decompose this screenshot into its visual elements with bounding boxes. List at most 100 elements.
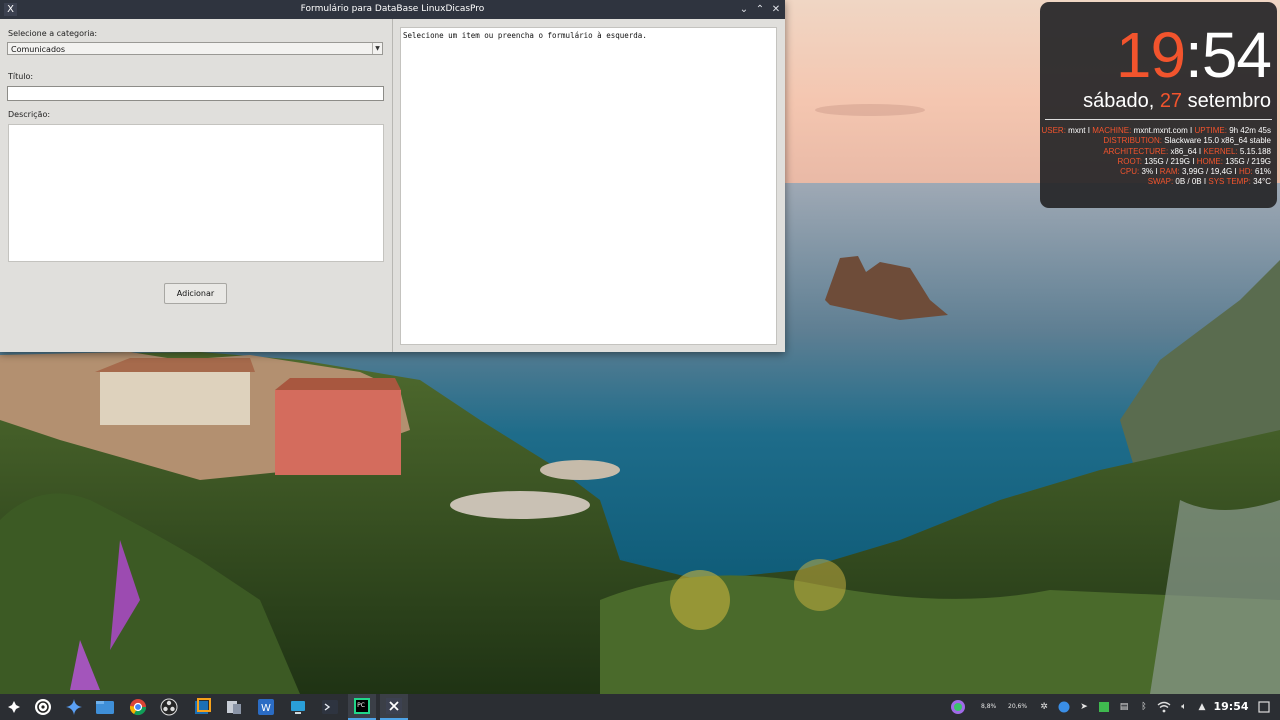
cpu-key: CPU: [1120, 167, 1140, 177]
stats-line-5: CPU: 3% I RAM: 3,99G / 19,4G I HD: 61% [1041, 167, 1271, 177]
systemp-val: 34°C [1253, 177, 1271, 187]
pane-splitter[interactable] [392, 19, 393, 352]
openai-icon[interactable] [29, 694, 57, 720]
window-titlebar[interactable]: X Formulário para DataBase LinuxDicasPro… [0, 0, 785, 19]
clock-hour: 19 [1115, 19, 1186, 91]
output-text: Selecione um item ou preencha o formulár… [403, 31, 647, 40]
root-key: ROOT: [1117, 156, 1142, 166]
conky-divider [1045, 119, 1272, 120]
form-window: X Formulário para DataBase LinuxDicasPro… [0, 0, 785, 352]
obs-icon[interactable] [155, 694, 183, 720]
conky-clock: 19:54 [1115, 19, 1272, 91]
machine-key: MACHINE: [1092, 126, 1132, 135]
wifi-icon[interactable] [1157, 699, 1171, 715]
title-input[interactable] [7, 86, 384, 101]
hd-val: 61% [1254, 167, 1271, 177]
pycharm-icon[interactable]: PC [348, 694, 376, 720]
add-button[interactable]: Adicionar [164, 283, 227, 304]
output-textarea[interactable]: Selecione um item ou preencha o formulár… [400, 27, 777, 345]
file-manager-icon[interactable] [91, 694, 119, 720]
close-button[interactable]: ✕ [768, 0, 784, 19]
user-key: USER: [1041, 126, 1066, 135]
sep: I [1192, 156, 1195, 166]
sep: I [1198, 146, 1202, 156]
category-select-value: Comunicados [11, 45, 66, 54]
kernel-val: 5.15.188 [1239, 146, 1271, 156]
sep: I [1087, 126, 1090, 135]
chrome-icon[interactable] [124, 694, 152, 720]
minimize-button[interactable]: ⌄ [736, 0, 752, 19]
screen-icon[interactable] [284, 694, 312, 720]
svg-text:PC: PC [357, 702, 365, 709]
stats-line-1: USER: mxnt I MACHINE: mxnt.mxnt.com I UP… [1041, 126, 1271, 136]
bluetooth-icon[interactable]: ᛒ [1137, 699, 1151, 715]
ram-val: 3,99G / 19,4G [1182, 167, 1233, 177]
date-month: setembro [1187, 90, 1271, 112]
form-panel: Selecione a categoria: Comunicados ▼ Tít… [0, 19, 392, 352]
date-day: 27 [1159, 90, 1183, 112]
conky-date: sábado, 27 setembro [1083, 90, 1271, 113]
stats-line-6: SWAP: 0B / 0B I SYS TEMP: 34°C [1041, 177, 1271, 187]
update-icon[interactable] [1097, 699, 1111, 715]
home-key: HOME: [1196, 156, 1223, 166]
word-editor-icon[interactable]: W [252, 694, 280, 720]
root-val: 135G / 219G [1144, 156, 1191, 166]
sep: I [1190, 126, 1193, 135]
cpu-monitor-label[interactable]: 8,8% [981, 694, 996, 720]
sep: I [1155, 167, 1158, 177]
network-sync-icon[interactable]: ✲ [1037, 699, 1051, 715]
stats-line-4: ROOT: 135G / 219G I HOME: 135G / 219G [1041, 157, 1271, 167]
kernel-key: KERNEL: [1203, 146, 1238, 156]
uptime-key: UPTIME: [1194, 126, 1227, 135]
window-title: Formulário para DataBase LinuxDicasPro [300, 4, 485, 14]
settings-manager-icon[interactable] [220, 694, 248, 720]
telegram-icon[interactable]: ➤ [1077, 699, 1091, 715]
title-label: Título: [8, 72, 34, 81]
taskbar-clock[interactable]: 19:54 [1213, 694, 1249, 720]
sep: I [1234, 167, 1237, 177]
conky-stats: USER: mxnt I MACHINE: mxnt.mxnt.com I UP… [1041, 126, 1271, 188]
swap-val: 0B / 0B [1175, 177, 1202, 187]
distro-key: DISTRIBUTION: [1103, 136, 1163, 146]
clock-colon: : [1185, 19, 1203, 91]
vpn-icon[interactable] [1057, 699, 1071, 715]
distro-val: Slackware 15.0 x86_64 stable [1164, 136, 1271, 146]
stats-line-2: DISTRIBUTION: Slackware 15.0 x86_64 stab… [1041, 136, 1271, 146]
conky-widget: 19:54 sábado, 27 setembro USER: mxnt I M… [1040, 2, 1277, 208]
category-label: Selecione a categoria: [8, 29, 98, 38]
systemp-key: SYS TEMP: [1208, 177, 1251, 187]
color-picker-icon[interactable] [949, 699, 967, 715]
date-weekday: sábado, [1083, 90, 1155, 112]
show-desktop-icon[interactable] [1256, 699, 1272, 715]
hd-key: HD: [1238, 167, 1253, 177]
taskbar: W PC 8,8% 20,6% ✲ ➤ ▤ ᛒ 🔈︎ ▲ 19:54 [0, 694, 1280, 720]
arch-key: ARCHITECTURE: [1103, 146, 1169, 156]
x-app-icon: X [4, 3, 17, 16]
terminal-icon[interactable] [316, 694, 344, 720]
category-select[interactable]: Comunicados ▼ [7, 42, 383, 55]
gemini-icon[interactable] [60, 694, 88, 720]
launcher-icon[interactable] [0, 694, 28, 720]
maximize-button[interactable]: ⌃ [752, 0, 768, 19]
cpu-val: 3% [1141, 167, 1154, 177]
arch-val: x86_64 [1170, 146, 1197, 156]
machine-val: mxnt.mxnt.com [1133, 126, 1188, 135]
description-textarea[interactable] [8, 124, 384, 262]
stats-line-3: ARCHITECTURE: x86_64 I KERNEL: 5.15.188 [1041, 147, 1271, 157]
volume-icon[interactable]: 🔈︎ [1177, 699, 1191, 715]
user-val: mxnt [1068, 126, 1086, 135]
x-app-taskbar-icon[interactable] [380, 694, 408, 720]
tray-expand-icon[interactable]: ▲ [1196, 699, 1208, 715]
memory-monitor-label[interactable]: 20,6% [1008, 694, 1027, 720]
uptime-val: 9h 42m 45s [1229, 126, 1271, 135]
home-val: 135G / 219G [1225, 156, 1271, 166]
clock-minute: 54 [1201, 19, 1272, 91]
sep: I [1203, 177, 1207, 187]
svg-text:W: W [261, 703, 271, 714]
description-label: Descrição: [8, 110, 51, 119]
swap-key: SWAP: [1147, 177, 1174, 187]
clipboard-icon[interactable]: ▤ [1117, 699, 1131, 715]
ram-key: RAM: [1159, 167, 1180, 177]
virtualbox-icon[interactable] [188, 694, 216, 720]
dropdown-arrow-icon[interactable]: ▼ [372, 43, 382, 54]
